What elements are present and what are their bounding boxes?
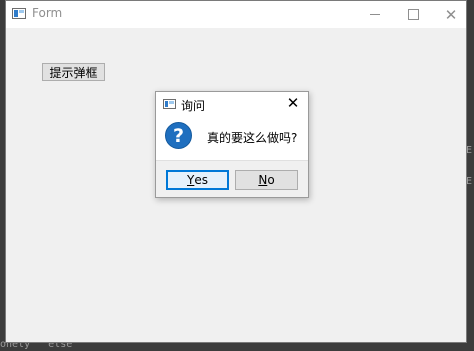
window-titlebar[interactable]: Form ✕ <box>6 1 466 28</box>
dialog-titlebar[interactable]: 询问 ✕ <box>156 92 308 116</box>
dialog-window-icon <box>163 99 176 109</box>
close-icon: ✕ <box>286 94 300 112</box>
window-title: Form <box>32 6 63 20</box>
question-dialog: 询问 ✕ ? 真的要这么做吗? Yes No <box>155 91 309 198</box>
minimize-button[interactable] <box>356 1 394 28</box>
dialog-button-bar: Yes No <box>156 160 308 197</box>
yes-mnemonic: Y <box>187 173 195 187</box>
close-button[interactable]: ✕ <box>432 1 470 28</box>
dialog-message: 真的要这么做吗? <box>207 131 298 145</box>
minimize-icon <box>370 14 380 15</box>
no-label-rest: o <box>267 173 275 187</box>
no-button[interactable]: No <box>235 170 298 190</box>
dialog-title: 询问 <box>181 99 206 113</box>
question-icon: ? <box>165 122 192 149</box>
dialog-close-button[interactable]: ✕ <box>284 94 302 112</box>
dialog-body: ? 真的要这么做吗? <box>156 116 308 160</box>
show-popup-button[interactable]: 提示弹框 <box>42 63 105 81</box>
yes-button[interactable]: Yes <box>166 170 229 190</box>
maximize-icon <box>407 9 419 20</box>
app-window-icon <box>12 8 26 19</box>
maximize-button[interactable] <box>394 1 432 28</box>
no-mnemonic: N <box>258 173 268 187</box>
close-icon: ✕ <box>444 5 458 24</box>
yes-label-rest: es <box>194 173 208 187</box>
